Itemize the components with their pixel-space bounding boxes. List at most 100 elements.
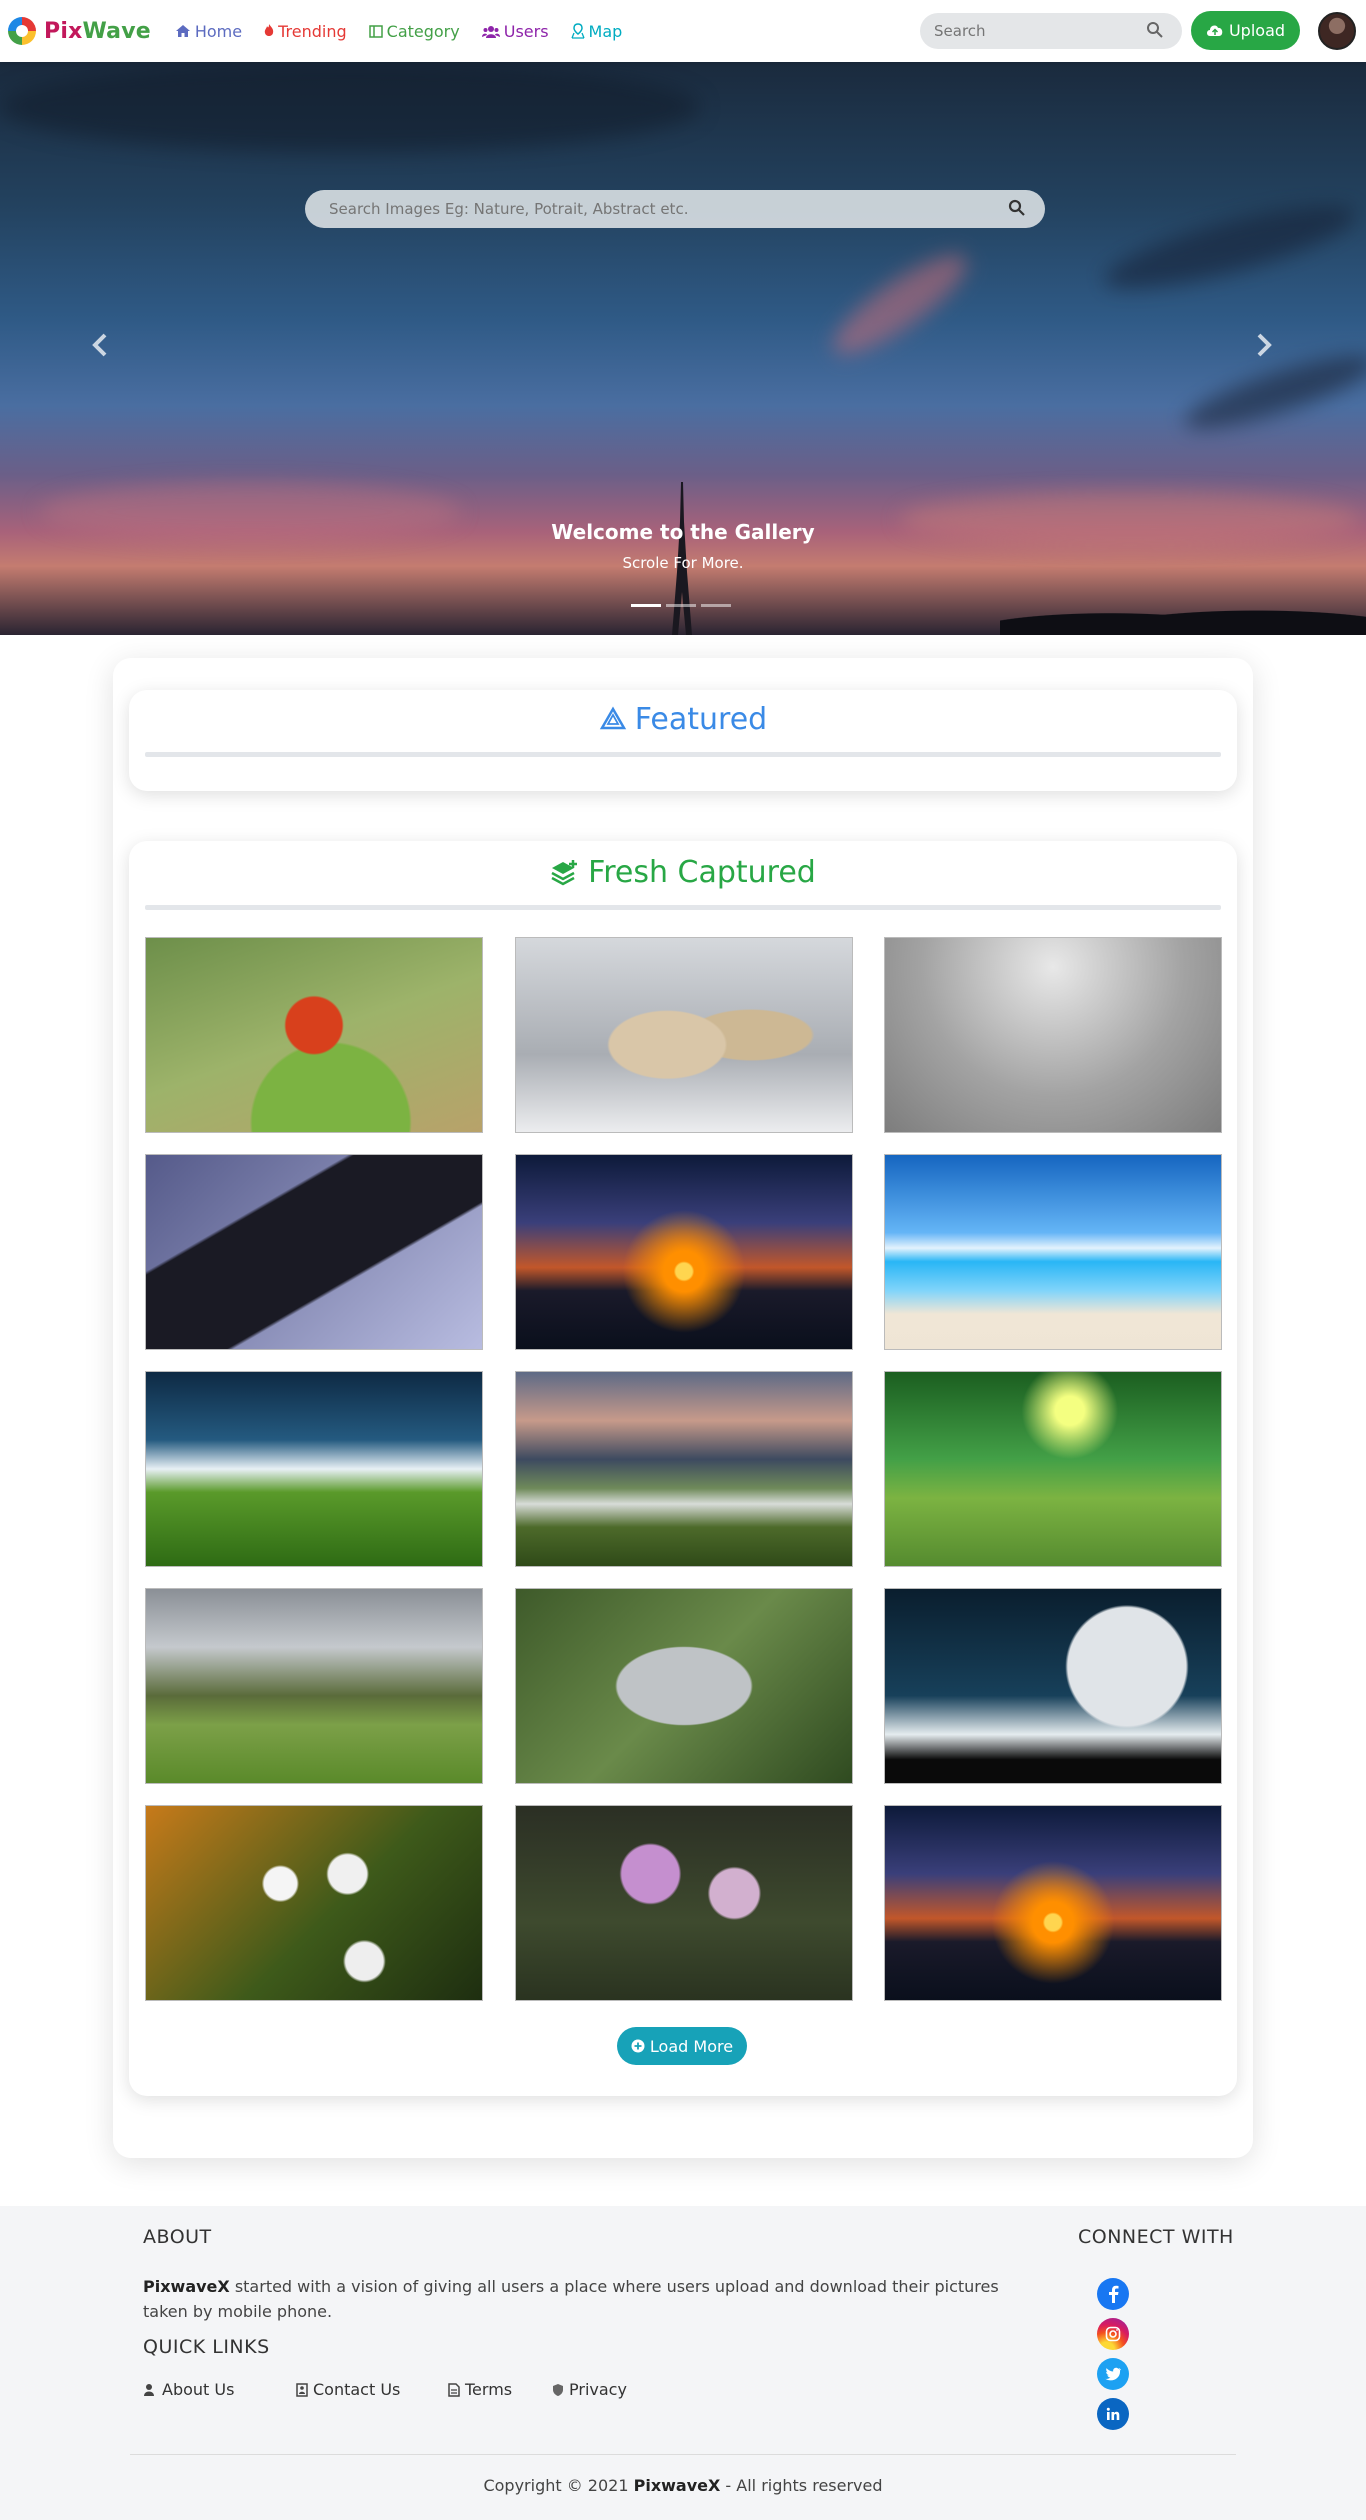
instagram-glyph <box>1105 2326 1121 2342</box>
quick-link-contact-us[interactable]: Contact Us <box>296 2380 400 2399</box>
connect-heading: CONNECT WITH <box>1078 2226 1234 2248</box>
fire-icon <box>264 24 274 36</box>
gallery-image[interactable] <box>145 1154 483 1350</box>
gallery-image[interactable] <box>145 1588 483 1784</box>
gallery-image[interactable] <box>515 1588 853 1784</box>
hero-cloud <box>1097 189 1363 305</box>
upload-button[interactable]: Upload <box>1191 11 1300 50</box>
carousel-caption-subtitle: Scrole For More. <box>622 554 744 572</box>
load-more-label: Load More <box>649 2036 734 2056</box>
brand-name: PixWave <box>44 19 151 44</box>
gallery-image[interactable] <box>515 1805 853 2001</box>
featured-heading: Featured <box>129 702 1237 737</box>
carousel-indicator[interactable] <box>631 604 661 607</box>
facebook-glyph <box>1109 2285 1119 2303</box>
footer: ABOUT PixwaveX started with a vision of … <box>0 2206 1366 2520</box>
copyright-suffix: - All rights reserved <box>720 2476 883 2495</box>
gallery-image[interactable] <box>145 1805 483 2001</box>
nav-link-category[interactable]: Category <box>368 21 460 41</box>
shield-icon <box>553 2383 563 2396</box>
fresh-captured-section: Fresh Captured Load More <box>129 841 1237 2096</box>
carousel-caption-title: Welcome to the Gallery <box>551 520 815 544</box>
nav-link-users[interactable]: Users <box>481 21 549 41</box>
nav-link-label: Users <box>503 21 549 41</box>
gallery-image[interactable] <box>884 1588 1222 1784</box>
brand-part1: Pix <box>44 18 83 44</box>
nav-link-label: Home <box>194 21 243 41</box>
search-icon[interactable] <box>1008 199 1026 217</box>
instagram-icon[interactable] <box>1097 2318 1129 2350</box>
about-brand: PixwaveX <box>143 2277 230 2296</box>
chevron-right-icon <box>1257 333 1272 357</box>
nav-link-home[interactable]: Home <box>175 22 242 41</box>
hero-search-input[interactable] <box>305 190 1045 228</box>
carousel-indicators <box>631 604 736 607</box>
map-icon <box>570 23 585 39</box>
brand[interactable]: PixWave <box>8 17 151 45</box>
about-body: started with a vision of giving all user… <box>143 2277 999 2321</box>
section-divider <box>145 905 1221 910</box>
featured-title: Featured <box>634 702 768 737</box>
gallery-image[interactable] <box>515 1154 853 1350</box>
document-icon <box>448 2382 460 2397</box>
main-container: Featured Fresh Captured Load More <box>113 658 1253 2158</box>
gallery-image[interactable] <box>515 937 853 1133</box>
fresh-heading: Fresh Captured <box>129 855 1237 890</box>
carousel-indicator[interactable] <box>701 604 731 607</box>
about-text: PixwaveX started with a vision of giving… <box>143 2274 1003 2324</box>
nav-link-map[interactable]: Map <box>570 21 623 41</box>
twitter-icon[interactable] <box>1097 2358 1129 2390</box>
tree-silhouette <box>1000 597 1366 635</box>
gallery-image[interactable] <box>145 937 483 1133</box>
twitter-glyph <box>1105 2367 1121 2381</box>
nav-link-trending[interactable]: Trending <box>264 22 347 41</box>
gallery-image[interactable] <box>884 1805 1222 2001</box>
users-icon <box>481 25 500 38</box>
linkedin-icon[interactable] <box>1097 2398 1129 2430</box>
quick-link-label: Privacy <box>569 2380 627 2399</box>
gallery-image[interactable] <box>515 1371 853 1567</box>
logo-icon <box>8 17 36 45</box>
avatar[interactable] <box>1318 12 1356 50</box>
quick-link-about-us[interactable]: About Us <box>143 2380 234 2399</box>
upload-label: Upload <box>1228 21 1286 40</box>
featured-section: Featured <box>129 690 1237 791</box>
recycle-triangle-icon <box>599 706 626 729</box>
nav-link-label: Map <box>588 21 623 41</box>
carousel-indicator[interactable] <box>666 604 696 607</box>
gallery-image[interactable] <box>884 937 1222 1133</box>
search-icon[interactable] <box>1146 21 1164 39</box>
copyright: Copyright © 2021 PixwaveX - All rights r… <box>0 2476 1366 2495</box>
facebook-icon[interactable] <box>1097 2278 1129 2310</box>
category-icon <box>368 24 383 38</box>
quick-link-label: Terms <box>465 2380 513 2399</box>
quick-links-heading: QUICK LINKS <box>143 2336 270 2358</box>
contact-card-icon <box>296 2382 308 2397</box>
load-more-button[interactable]: Load More <box>617 2027 747 2065</box>
carousel-prev-button[interactable] <box>92 330 108 365</box>
quick-link-privacy[interactable]: Privacy <box>552 2380 627 2399</box>
layers-plus-icon <box>551 859 578 885</box>
gallery-image[interactable] <box>884 1371 1222 1567</box>
hero-carousel: Welcome to the Gallery Scrole For More. <box>0 62 1366 635</box>
gallery-image[interactable] <box>145 1371 483 1567</box>
copyright-brand: PixwaveX <box>633 2476 721 2495</box>
nav-link-label: Category <box>386 21 460 41</box>
gallery-image[interactable] <box>884 1154 1222 1350</box>
quick-link-label: Contact Us <box>313 2380 401 2399</box>
nav-search-input[interactable] <box>920 13 1182 49</box>
hero-cloud <box>821 240 979 369</box>
fresh-title: Fresh Captured <box>588 855 816 890</box>
about-heading: ABOUT <box>143 2226 212 2248</box>
navbar: PixWave Home Trending Category Users Map… <box>0 0 1366 62</box>
cloud-upload-icon <box>1206 25 1223 36</box>
home-icon <box>175 25 190 37</box>
nav-links: Home Trending Category Users Map <box>175 22 644 41</box>
carousel-next-button[interactable] <box>1256 330 1272 365</box>
hero-cloud <box>1178 342 1366 442</box>
chevron-left-icon <box>92 333 107 357</box>
hero-cloud <box>0 62 700 152</box>
quick-link-terms[interactable]: Terms <box>448 2380 512 2399</box>
quick-link-label: About Us <box>162 2380 235 2399</box>
plus-circle-icon <box>631 2039 645 2053</box>
